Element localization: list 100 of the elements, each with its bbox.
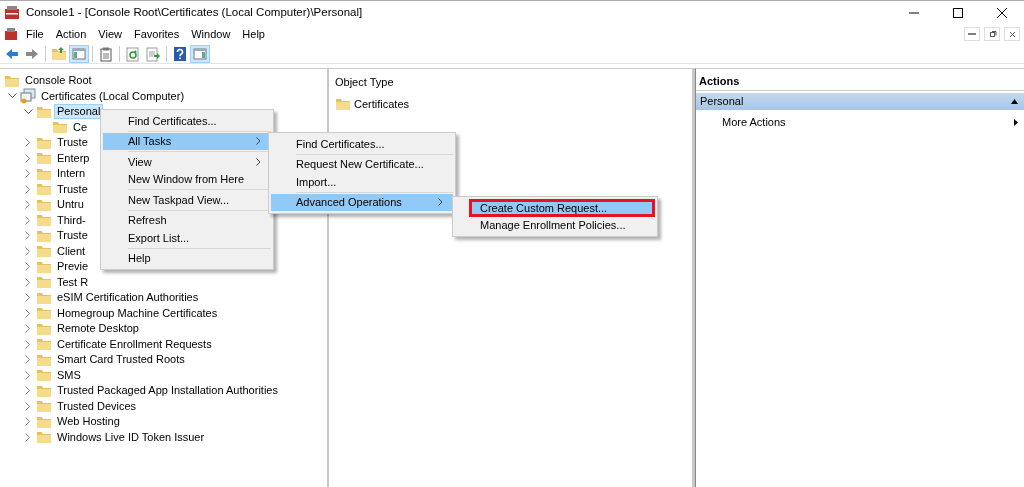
- menu-item[interactable]: Manage Enrollment Policies...: [455, 216, 655, 234]
- tree-item[interactable]: Console Root: [22, 73, 95, 89]
- tree-item[interactable]: Previe: [54, 259, 92, 275]
- folder-icon: [36, 398, 52, 415]
- section-header[interactable]: Personal: [696, 93, 1024, 110]
- action-link[interactable]: More Actions: [696, 110, 1024, 135]
- menu-item[interactable]: New Taskpad View...: [103, 191, 271, 209]
- help-icon: [172, 45, 188, 62]
- collapse-icon: [1011, 99, 1018, 104]
- pane-icon: [192, 45, 208, 62]
- chevron-right-icon[interactable]: [25, 370, 31, 380]
- menu-item[interactable]: All Tasks: [103, 132, 271, 150]
- menu-item[interactable]: Action: [49, 24, 93, 44]
- export-icon: [145, 45, 161, 62]
- menu-item[interactable]: View: [92, 24, 128, 44]
- tree-item[interactable]: Remote Desktop: [54, 321, 142, 337]
- chevron-right-icon[interactable]: [25, 355, 31, 365]
- tree-item[interactable]: Trusted Packaged App Installation Authorities: [54, 383, 281, 399]
- tree-item[interactable]: eSIM Certification Authorities: [54, 290, 202, 306]
- folder-icon: [36, 212, 52, 229]
- chevron-right-icon[interactable]: [25, 277, 31, 287]
- chevron-right-icon[interactable]: [25, 432, 31, 442]
- list-item[interactable]: Certificates: [354, 95, 410, 112]
- tree-item[interactable]: Windows Live ID Token Issuer: [54, 429, 208, 445]
- menu-item[interactable]: Help: [236, 24, 271, 44]
- tree-item[interactable]: Certificate Enrollment Requests: [54, 336, 215, 352]
- tree-item[interactable]: Personal: [54, 104, 104, 120]
- folder-icon: [36, 150, 52, 167]
- menu-item[interactable]: Import...: [271, 173, 453, 191]
- menu-item[interactable]: Window: [185, 24, 237, 44]
- chevron-right-icon[interactable]: [25, 215, 31, 225]
- close-button[interactable]: [1004, 27, 1020, 41]
- tree-item[interactable]: Truste: [54, 181, 91, 197]
- menu-item[interactable]: Help: [103, 249, 271, 267]
- restore-button[interactable]: [984, 27, 1000, 41]
- tree-item[interactable]: Homegroup Machine Certificates: [54, 305, 221, 321]
- menu-item[interactable]: View: [103, 153, 271, 171]
- chevron-right-icon[interactable]: [25, 324, 31, 334]
- tree-item[interactable]: Third-: [54, 212, 89, 228]
- chevron-right-icon[interactable]: [25, 293, 31, 303]
- folder-icon: [36, 429, 52, 446]
- app-icon: [4, 27, 18, 41]
- chevron-right-icon[interactable]: [25, 246, 31, 256]
- tree-item[interactable]: Truste: [54, 135, 91, 151]
- tree-item[interactable]: Enterp: [54, 150, 93, 166]
- folder-icon: [36, 243, 52, 260]
- chevron-right-icon[interactable]: [25, 231, 31, 241]
- chevron-right-icon[interactable]: [25, 417, 31, 427]
- tree-item[interactable]: Smart Card Trusted Roots: [54, 352, 188, 368]
- chevron-right-icon[interactable]: [25, 308, 31, 318]
- close-icon: [997, 7, 1007, 18]
- chevron-right-icon[interactable]: [25, 184, 31, 194]
- folder-icon: [36, 305, 52, 322]
- chevron-right-icon[interactable]: [25, 401, 31, 411]
- tree-item[interactable]: SMS: [54, 367, 84, 383]
- menu-item[interactable]: Find Certificates...: [271, 135, 453, 153]
- menu-item[interactable]: Find Certificates...: [103, 112, 271, 130]
- close-icon: [1007, 29, 1017, 39]
- tree-item[interactable]: Test R: [54, 274, 92, 290]
- folder-up-icon: [51, 45, 67, 62]
- tree-item[interactable]: Intern: [54, 166, 89, 182]
- chevron-right-icon[interactable]: [25, 339, 31, 349]
- chevron-right-icon[interactable]: [25, 153, 31, 163]
- chevron-right-icon[interactable]: [25, 138, 31, 148]
- tree-item[interactable]: Trusted Devices: [54, 398, 140, 414]
- pane-button[interactable]: [190, 44, 210, 63]
- export-button[interactable]: [143, 44, 163, 63]
- menu-item[interactable]: Request New Certificate...: [271, 155, 453, 173]
- minimize-button[interactable]: [964, 27, 980, 41]
- folder-icon: [36, 274, 52, 291]
- pane-button[interactable]: [69, 44, 89, 63]
- tree-item[interactable]: Untru: [54, 197, 87, 213]
- tree-item[interactable]: Truste: [54, 228, 91, 244]
- tree-item[interactable]: Certificates (Local Computer): [38, 88, 188, 104]
- chevron-right-icon[interactable]: [25, 169, 31, 179]
- menu-item[interactable]: Create Custom Request...: [469, 199, 655, 217]
- folder-icon: [36, 367, 52, 384]
- pane-title: Actions: [696, 69, 1024, 91]
- menu-item[interactable]: Advanced Operations: [271, 193, 453, 211]
- chevron-down-icon[interactable]: [23, 108, 33, 115]
- refresh-icon: [125, 45, 141, 62]
- chevron-right-icon[interactable]: [25, 200, 31, 210]
- column-header[interactable]: Object Type: [329, 69, 692, 93]
- menu-item[interactable]: Refresh: [103, 211, 271, 229]
- folder-up-button[interactable]: [49, 44, 69, 63]
- menu-item[interactable]: Export List...: [103, 229, 271, 247]
- folder-icon: [36, 336, 52, 353]
- menu-item[interactable]: File: [20, 24, 50, 44]
- chevron-right-icon[interactable]: [25, 262, 31, 272]
- chevron-right-icon[interactable]: [25, 386, 31, 396]
- menu-item[interactable]: New Window from Here: [103, 170, 271, 188]
- tree-item[interactable]: Client: [54, 243, 89, 259]
- maximize-icon: [953, 7, 963, 18]
- tree-item[interactable]: Web Hosting: [54, 414, 123, 430]
- minimize-icon: [967, 33, 977, 35]
- tree-item[interactable]: Ce: [70, 119, 91, 135]
- chevron-down-icon[interactable]: [7, 93, 17, 100]
- menu-item[interactable]: Favorites: [127, 24, 186, 44]
- restore-icon: [987, 29, 997, 39]
- window-title: Console1 - [Console Root\Certificates (Local Computer)\Personal]: [26, 4, 364, 20]
